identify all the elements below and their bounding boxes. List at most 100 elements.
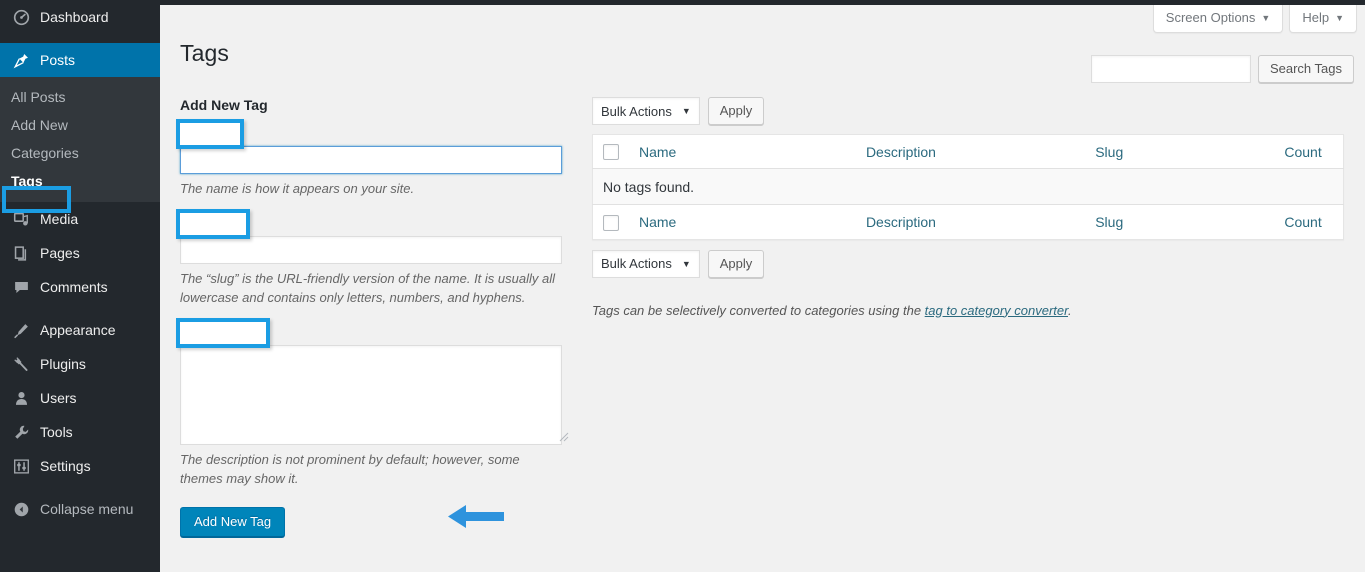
screen-options-button[interactable]: Screen Options ▼ (1152, 5, 1284, 33)
name-label: Name (180, 127, 215, 142)
tablenav-top: Bulk Actions ▼ Apply (592, 97, 1344, 125)
column-header-label: Count (1284, 143, 1322, 160)
column-header-name[interactable]: Name (629, 134, 856, 170)
sidebar-item-label: Settings (40, 458, 91, 474)
select-all-checkbox-bottom[interactable] (603, 214, 619, 231)
sidebar-item-label: Media (40, 211, 79, 227)
column-header-label: Name (639, 143, 677, 160)
description-field-group: Description The description is not promi… (176, 317, 572, 489)
sidebar-item-posts[interactable]: Posts (0, 43, 168, 77)
column-footer-label: Description (865, 213, 936, 230)
column-footer-label: Count (1284, 213, 1322, 230)
search-tags-button[interactable]: Search Tags (1257, 55, 1354, 83)
sidebar-item-appearance[interactable]: Appearance (0, 313, 160, 347)
bulk-actions-select-top[interactable]: Bulk Actions ▼ (592, 97, 700, 125)
no-tags-found-cell: No tags found. (592, 168, 1344, 205)
tablenav-bottom: Bulk Actions ▼ Apply (592, 249, 1344, 278)
column-footer-name[interactable]: Name (629, 204, 856, 240)
sidebar-item-label: Tools (40, 424, 73, 440)
search-input[interactable] (1090, 55, 1251, 83)
pages-icon (11, 243, 31, 263)
comments-icon (11, 277, 31, 297)
sidebar-item-dashboard[interactable]: Dashboard (0, 0, 160, 34)
chevron-down-icon: ▼ (1335, 13, 1344, 23)
description-hint: The description is not prominent by defa… (180, 451, 520, 487)
tags-table-foot: Name Description Slug Count (592, 204, 1344, 240)
sidebar-item-pages[interactable]: Pages (0, 236, 160, 270)
column-header-count[interactable]: Count (1274, 134, 1344, 170)
table-footer-row: Name Description Slug Count (592, 204, 1344, 240)
header-buttons: Screen Options ▼ Help ▼ (1152, 5, 1357, 33)
column-header-label: Slug (1095, 143, 1124, 160)
column-header-description[interactable]: Description (855, 134, 1086, 170)
name-field-group: Name The name is how it appears on your … (176, 119, 572, 199)
sidebar-item-tools[interactable]: Tools (0, 415, 160, 449)
sidebar-item-settings[interactable]: Settings (0, 449, 160, 483)
users-icon (11, 388, 31, 408)
column-header-label: Description (865, 143, 936, 160)
add-new-tag-submit-button[interactable]: Add New Tag (180, 506, 286, 537)
tags-table-body: No tags found. (592, 168, 1344, 205)
bulk-actions-label: Bulk Actions (601, 256, 672, 272)
sidebar-item-label: Plugins (40, 356, 86, 372)
media-icon (11, 209, 31, 229)
sidebar-item-users[interactable]: Users (0, 381, 160, 415)
slug-field-group: Slug The “slug” is the URL-friendly vers… (176, 208, 572, 308)
screen-options-label: Screen Options (1165, 10, 1256, 25)
column-footer-count[interactable]: Count (1274, 204, 1344, 240)
posts-submenu-wrap: All Posts Add New Categories Tags (0, 77, 160, 202)
active-arrow-indicator (160, 52, 168, 68)
description-textarea[interactable] (180, 344, 562, 445)
table-row-empty: No tags found. (592, 168, 1344, 205)
pin-icon (11, 50, 31, 70)
plugins-icon (11, 354, 31, 374)
sidebar-item-label: Users (40, 390, 77, 406)
select-all-checkbox-top[interactable] (603, 144, 619, 161)
sidebar-item-collapse-menu[interactable]: Collapse menu (0, 492, 160, 526)
sidebar-subitem-all-posts[interactable]: All Posts (0, 83, 160, 111)
column-header-slug[interactable]: Slug (1085, 134, 1275, 170)
chevron-down-icon: ▼ (681, 106, 691, 116)
sidebar-subitem-add-new[interactable]: Add New (0, 111, 160, 139)
sidebar-item-comments[interactable]: Comments (0, 270, 160, 304)
name-hint: The name is how it appears on your site. (180, 181, 415, 196)
apply-button-top[interactable]: Apply (707, 97, 765, 125)
converter-note: Tags can be selectively converted to cat… (592, 303, 1344, 318)
name-input[interactable] (180, 146, 562, 174)
column-footer-description[interactable]: Description (855, 204, 1086, 240)
tag-to-category-converter-link[interactable]: tag to category converter (925, 303, 1068, 318)
column-footer-label: Slug (1095, 213, 1124, 230)
table-header-row: Name Description Slug Count (592, 134, 1344, 170)
help-label: Help (1302, 10, 1330, 25)
column-footer-label: Name (639, 213, 677, 230)
help-button[interactable]: Help ▼ (1289, 5, 1357, 33)
appearance-icon (11, 320, 31, 340)
slug-label: Slug (180, 216, 207, 232)
sidebar-item-label: Dashboard (40, 9, 109, 25)
admin-sidebar: Dashboard Posts All Posts Add New Catego… (0, 0, 168, 572)
bulk-actions-select-bottom[interactable]: Bulk Actions ▼ (592, 249, 700, 278)
sidebar-item-label: Pages (40, 245, 80, 261)
sidebar-subitem-categories[interactable]: Categories (0, 139, 160, 167)
apply-button-bottom[interactable]: Apply (707, 249, 765, 278)
sidebar-item-label: Posts (40, 52, 76, 68)
sidebar-item-label: Collapse menu (40, 501, 134, 517)
sidebar-subitem-tags[interactable]: Tags (0, 167, 160, 195)
description-label: Description (180, 325, 246, 341)
search-area: Search Tags (1090, 55, 1354, 83)
sidebar-item-media[interactable]: Media (0, 202, 160, 236)
tags-list-section: Bulk Actions ▼ Apply Name Description Sl… (592, 97, 1344, 331)
column-footer-slug[interactable]: Slug (1085, 204, 1275, 240)
slug-input[interactable] (180, 235, 562, 264)
converter-note-text-after: . (1068, 302, 1072, 318)
sidebar-item-label: Appearance (40, 322, 116, 338)
bulk-actions-label: Bulk Actions (601, 103, 672, 119)
add-new-tag-form: Add New Tag Name The name is how it appe… (176, 97, 572, 537)
collapse-icon (11, 499, 31, 519)
sidebar-item-plugins[interactable]: Plugins (0, 347, 160, 381)
converter-note-text-before: Tags can be selectively converted to cat… (592, 302, 925, 318)
dashboard-icon (11, 7, 31, 27)
slug-hint: The “slug” is the URL-friendly version o… (180, 270, 555, 306)
page-title: Tags (180, 40, 229, 67)
posts-submenu: All Posts Add New Categories Tags (0, 77, 160, 202)
